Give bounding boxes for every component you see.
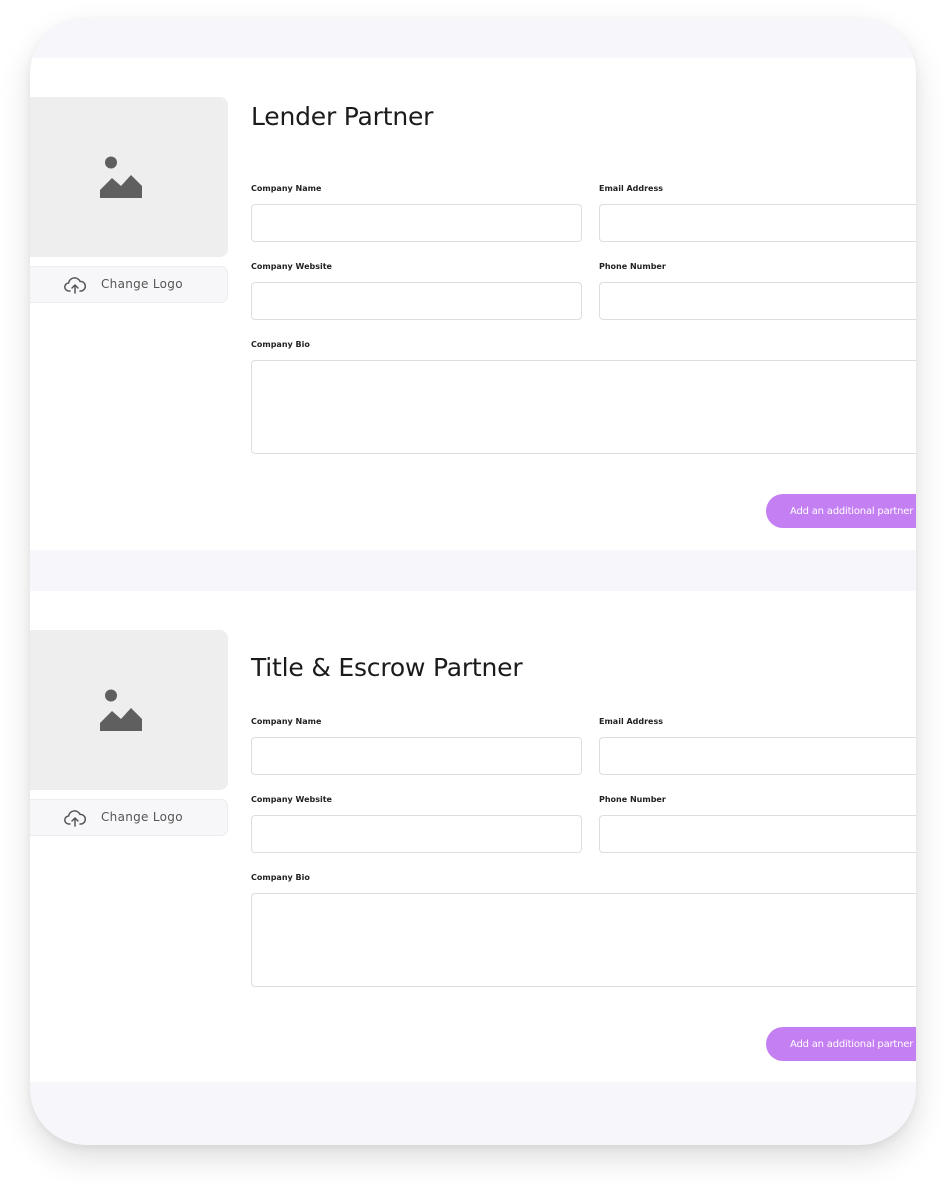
section-title: Title & Escrow Partner <box>251 653 523 682</box>
section-title: Lender Partner <box>251 102 434 131</box>
company-name-input[interactable] <box>251 204 582 242</box>
image-placeholder-icon <box>100 689 142 731</box>
company-website-label: Company Website <box>251 262 332 271</box>
company-bio-textarea[interactable] <box>251 893 916 987</box>
email-address-label: Email Address <box>599 184 664 193</box>
company-website-label: Company Website <box>251 795 332 804</box>
change-logo-label: Change Logo <box>101 277 183 291</box>
email-address-input[interactable] <box>599 204 916 242</box>
phone-number-label: Phone Number <box>599 795 666 804</box>
lender-partner-section: Change Logo Lender Partner Company Name … <box>30 58 916 550</box>
change-logo-label: Change Logo <box>101 810 183 824</box>
company-website-input[interactable] <box>251 282 582 320</box>
cloud-upload-icon <box>64 810 86 827</box>
company-bio-label: Company Bio <box>251 873 310 882</box>
logo-placeholder <box>30 630 228 790</box>
image-placeholder-icon <box>100 156 142 198</box>
company-bio-label: Company Bio <box>251 340 310 349</box>
add-partner-button[interactable]: Add an additional partner <box>766 494 916 528</box>
title-escrow-partner-section: Change Logo Title & Escrow Partner Compa… <box>30 591 916 1082</box>
add-partner-button-label: Add an additional partner <box>790 505 914 517</box>
email-address-input[interactable] <box>599 737 916 775</box>
company-name-input[interactable] <box>251 737 582 775</box>
device-frame: Change Logo Lender Partner Company Name … <box>30 18 916 1145</box>
phone-number-label: Phone Number <box>599 262 666 271</box>
company-name-label: Company Name <box>251 184 322 193</box>
phone-number-input[interactable] <box>599 815 916 853</box>
logo-placeholder <box>30 97 228 257</box>
change-logo-button[interactable]: Change Logo <box>30 799 228 836</box>
company-website-input[interactable] <box>251 815 582 853</box>
company-name-label: Company Name <box>251 717 322 726</box>
change-logo-button[interactable]: Change Logo <box>30 266 228 303</box>
add-partner-button[interactable]: Add an additional partner <box>766 1027 916 1061</box>
cloud-upload-icon <box>64 277 86 294</box>
add-partner-button-label: Add an additional partner <box>790 1038 914 1050</box>
company-bio-textarea[interactable] <box>251 360 916 454</box>
email-address-label: Email Address <box>599 717 664 726</box>
phone-number-input[interactable] <box>599 282 916 320</box>
